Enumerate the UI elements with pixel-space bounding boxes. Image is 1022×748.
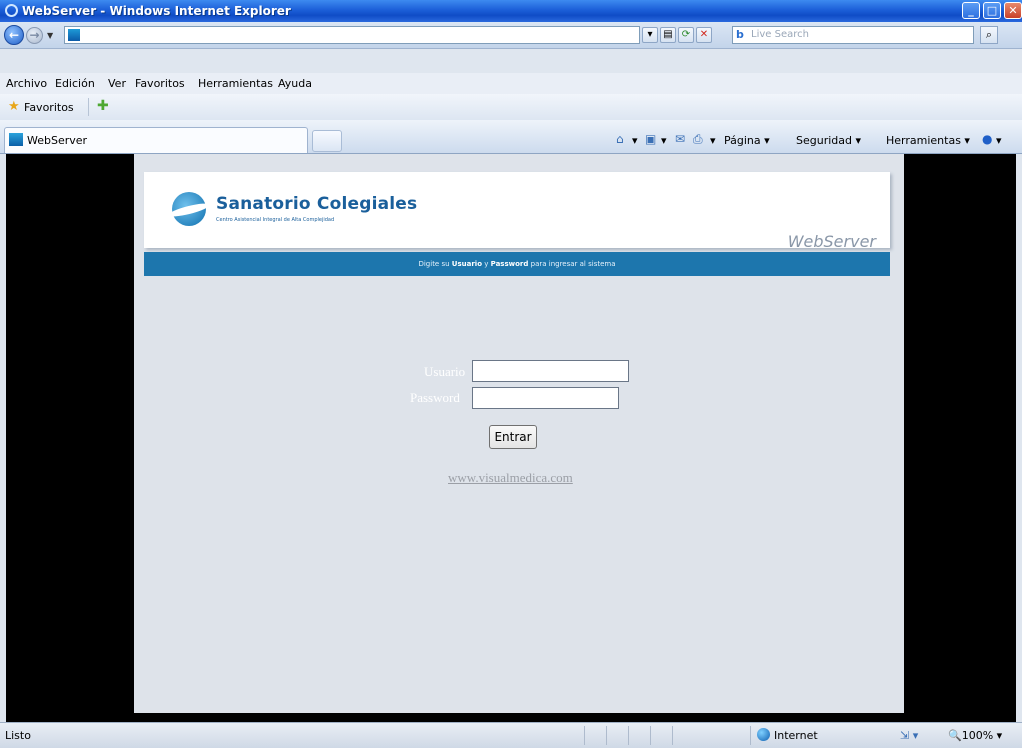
back-arrow-icon: ← (8, 28, 20, 42)
menu-herramientas[interactable]: Herramientas (198, 77, 273, 90)
forward-button[interactable]: → (26, 27, 43, 44)
zoom-level[interactable]: 🔍100% ▾ (948, 729, 1002, 742)
print-icon[interactable]: ⎙ (693, 132, 703, 147)
user-input[interactable] (472, 360, 629, 382)
status-divider (628, 726, 629, 745)
status-divider (650, 726, 651, 745)
password-input[interactable] (472, 387, 619, 409)
back-button[interactable]: ← (4, 25, 24, 45)
print-dropdown[interactable]: ▾ (710, 134, 716, 147)
recent-pages-dropdown[interactable]: ▼ (47, 31, 53, 40)
window-title: WebServer - Windows Internet Explorer (22, 4, 291, 18)
new-tab-button[interactable] (312, 130, 342, 152)
home-icon[interactable]: ⌂ (616, 132, 624, 146)
status-bar: Listo Internet ⇲ ▾ 🔍100% ▾ (0, 722, 1022, 748)
security-zone[interactable]: Internet (774, 729, 818, 742)
stop-button[interactable]: ✕ (696, 27, 712, 43)
menu-seguridad[interactable]: Seguridad ▾ (796, 134, 861, 147)
status-divider (606, 726, 607, 745)
minimize-button[interactable]: _ (962, 2, 980, 19)
status-divider (750, 726, 751, 745)
menu-archivo[interactable]: Archivo (6, 77, 47, 90)
login-page: Sanatorio Colegiales Centro Asistencial … (134, 154, 904, 713)
menu-ayuda[interactable]: Ayuda (278, 77, 312, 90)
refresh-button[interactable]: ⟳ (678, 27, 694, 43)
live-search-icon: b (736, 28, 744, 41)
sanatorio-logo-icon (172, 192, 206, 226)
search-button[interactable]: ⌕ (980, 26, 998, 44)
header-banner: Sanatorio Colegiales Centro Asistencial … (144, 172, 890, 251)
title-bar: WebServer - Windows Internet Explorer _ … (0, 0, 1022, 22)
favorites-bar: ★ Favoritos ✚ (0, 94, 1022, 121)
menu-bar: Archivo Edición Ver Favoritos Herramient… (0, 73, 1022, 95)
address-bar[interactable] (64, 26, 640, 44)
seguridad-label: Seguridad (796, 134, 852, 147)
entrar-button[interactable]: Entrar (489, 425, 537, 449)
address-dropdown-button[interactable]: ▾ (642, 27, 658, 43)
instruction-post: para ingresar al sistema (530, 260, 616, 268)
magnifier-icon: ⌕ (985, 28, 993, 41)
status-divider (584, 726, 585, 745)
tab-webserver[interactable]: WebServer (4, 127, 308, 153)
page-viewport: Sanatorio Colegiales Centro Asistencial … (6, 154, 1016, 722)
site-favicon-icon (68, 29, 80, 41)
menu-herramientas-cmd[interactable]: Herramientas ▾ (886, 134, 970, 147)
ie-logo-icon (5, 4, 18, 17)
mail-icon[interactable]: ✉ (675, 132, 685, 146)
favorites-separator (88, 98, 89, 116)
favorites-button[interactable]: Favoritos (24, 101, 74, 114)
brand-name: Sanatorio Colegiales (216, 194, 418, 214)
tab-bar: WebServer ⌂ ▾ ▣ ▾ ✉ ⎙ ▾ Página ▾ Segurid… (0, 120, 1022, 154)
search-placeholder: Live Search (751, 29, 809, 40)
maximize-button[interactable]: □ (983, 2, 1001, 19)
instruction-mid: y (484, 260, 489, 268)
menu-edicion[interactable]: Edición (55, 77, 95, 90)
instruction-bar: Digite su Usuario y Password para ingres… (144, 252, 890, 276)
help-icon[interactable]: ● (982, 132, 992, 146)
search-input[interactable]: b Live Search (732, 26, 974, 44)
instruction-pre: Digite su (418, 260, 450, 268)
site-link[interactable]: www.visualmedica.com (448, 470, 573, 486)
address-toolbar: ← → ▼ ▾ ▤ ⟳ ✕ b Live Search ⌕ (0, 22, 1022, 49)
menu-pagina[interactable]: Página ▾ (724, 134, 770, 147)
user-label: Usuario (424, 364, 466, 379)
favorites-star-icon[interactable]: ★ (8, 99, 20, 114)
instruction-user: Usuario (451, 260, 483, 268)
status-divider (672, 726, 673, 745)
internet-globe-icon (757, 728, 770, 741)
brand-subtitle: Centro Asistencial Integral de Alta Comp… (216, 217, 335, 223)
forward-arrow-icon: → (29, 28, 40, 42)
home-dropdown[interactable]: ▾ (632, 134, 638, 147)
password-label: Password (410, 390, 460, 405)
zoom-value: 100% (961, 729, 994, 742)
pagina-label: Página (724, 134, 761, 147)
feeds-dropdown[interactable]: ▾ (661, 134, 667, 147)
menu-favoritos[interactable]: Favoritos (135, 77, 185, 90)
add-favorite-icon[interactable]: ✚ (97, 98, 109, 114)
herramientas-label: Herramientas (886, 134, 961, 147)
tab-favicon-icon (9, 133, 23, 146)
instruction-pass: Password (490, 260, 529, 268)
close-button[interactable]: ✕ (1004, 2, 1022, 19)
webserver-label: WebServer (787, 232, 876, 251)
help-dropdown[interactable]: ▾ (996, 134, 1002, 147)
feeds-icon[interactable]: ▣ (645, 132, 656, 146)
tab-label: WebServer (27, 134, 88, 147)
protected-mode-icon[interactable]: ⇲ ▾ (900, 729, 918, 742)
compatibility-icon[interactable]: ▤ (660, 27, 676, 43)
menu-ver[interactable]: Ver (108, 77, 126, 90)
status-text: Listo (5, 729, 31, 742)
